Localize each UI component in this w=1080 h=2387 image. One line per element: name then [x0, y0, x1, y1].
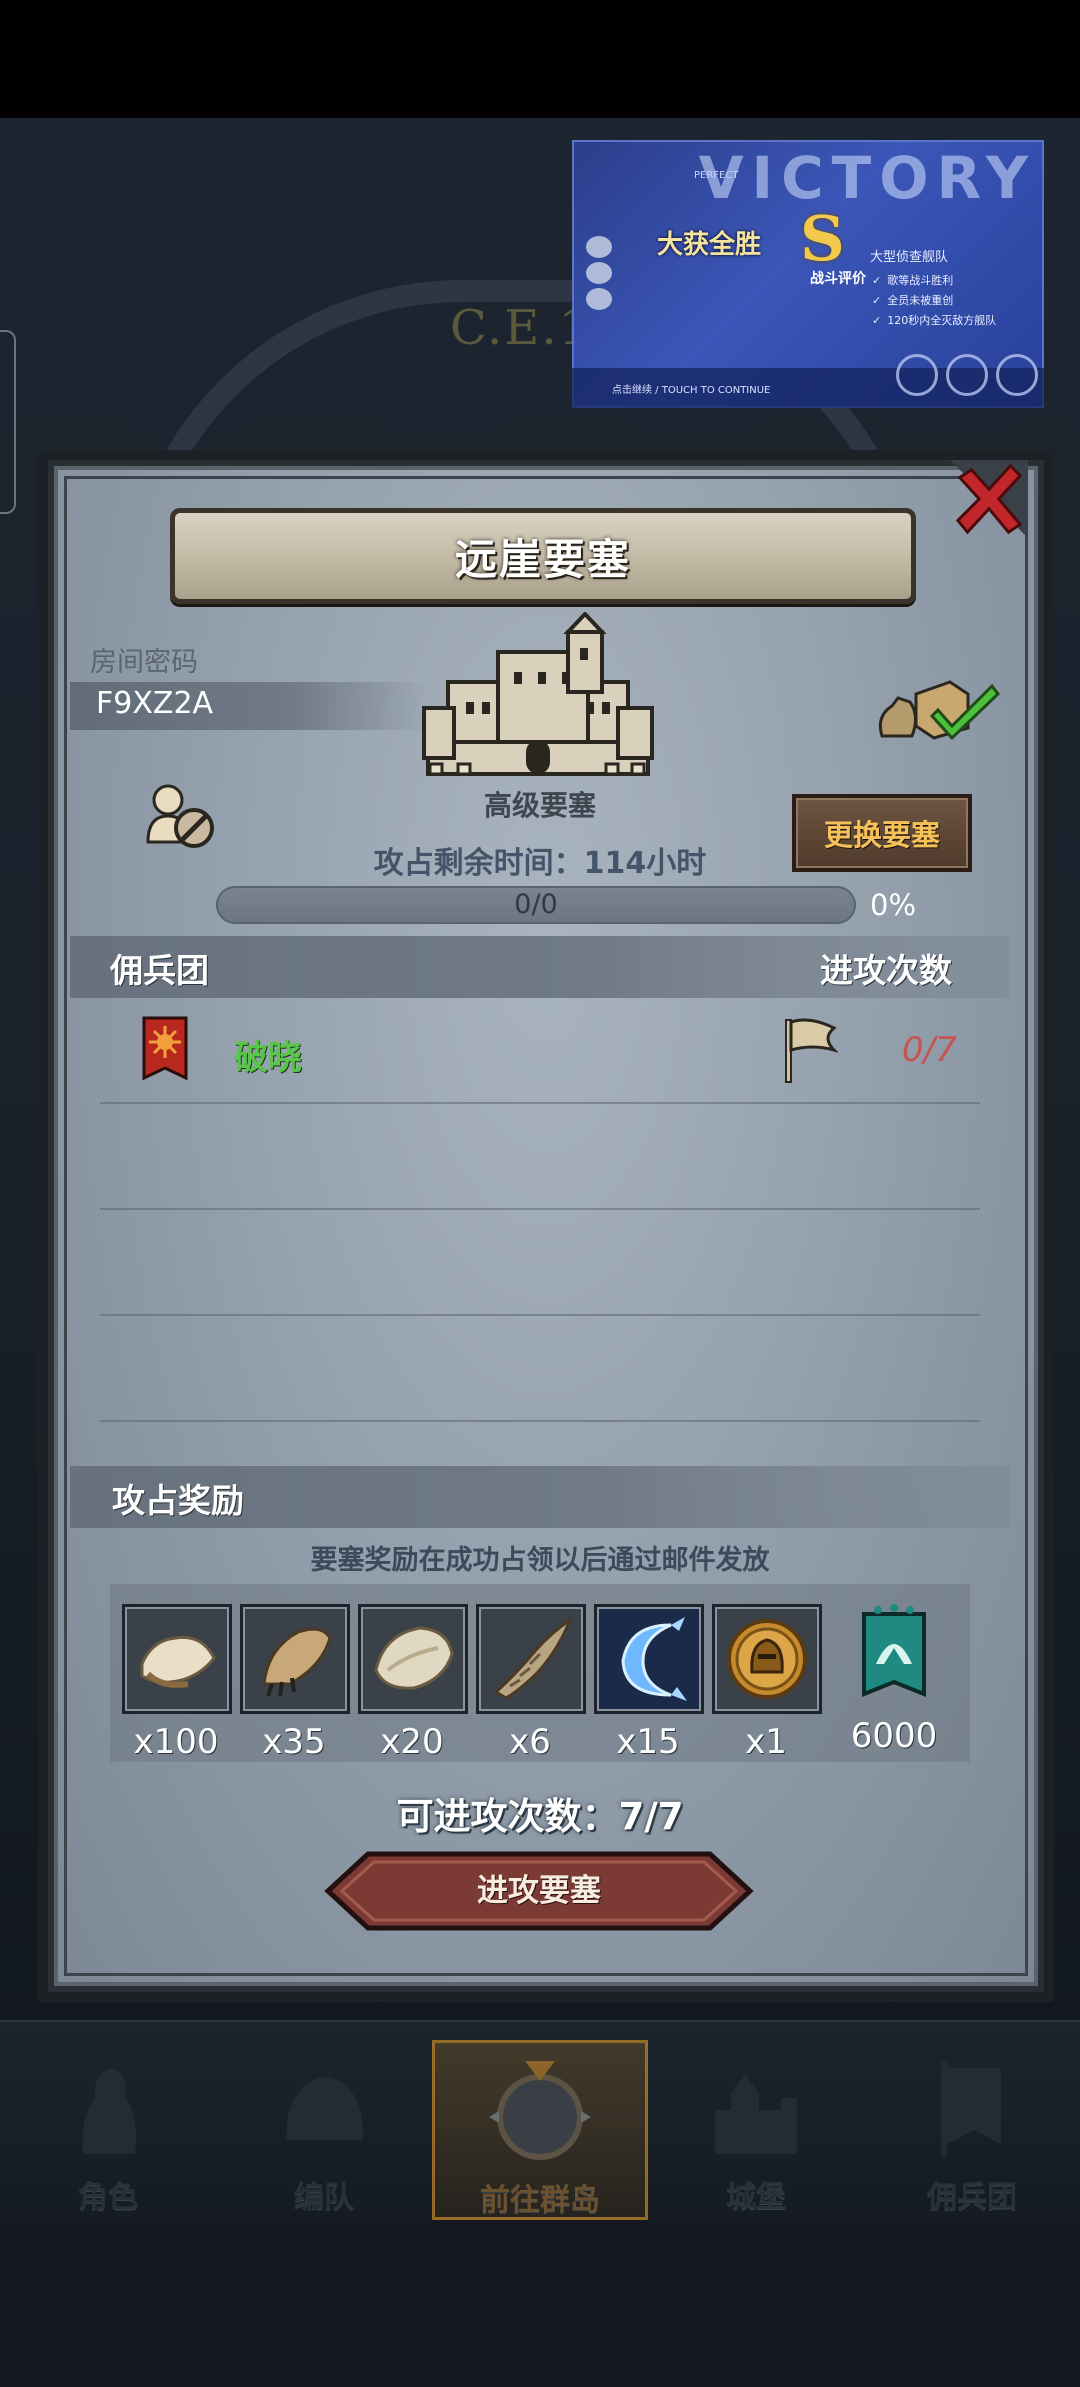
victory-check-item: ✓ 120秒内全灭敌方舰队 [872, 314, 997, 327]
attack-button-label: 进攻要塞 [477, 1873, 601, 1909]
nav-label: 编队 [294, 2180, 354, 2215]
rewards-note: 要塞奖励在成功占领以后通过邮件发放 [310, 1545, 770, 1576]
nav-item-islands[interactable]: 前往群岛 [432, 2040, 648, 2220]
circle-icon [996, 354, 1038, 396]
hide-icon [122, 1604, 232, 1714]
reward-item[interactable]: x35 [240, 1604, 350, 1762]
mercenary-banner-icon [142, 1016, 188, 1081]
nav-label: 城堡 [726, 2180, 786, 2215]
helmet-icon [286, 2076, 364, 2140]
row-divider [100, 1102, 980, 1104]
fortress-castle-icon [422, 612, 654, 776]
victory-title: 大获全胜 [657, 230, 762, 260]
page-title: 远崖要塞 [454, 534, 631, 584]
nav-item-castle[interactable]: 城堡 [648, 2040, 864, 2220]
title-plate: 远崖要塞 [170, 508, 916, 604]
helmet-medal-icon [712, 1604, 822, 1714]
compass-icon [489, 2061, 591, 2160]
victory-check-item: ✓ 歌等战斗胜利 [872, 274, 954, 287]
status-bar [0, 0, 1080, 118]
reward-quantity: 6000 [850, 1716, 938, 1756]
check-icon: ✓ [872, 274, 882, 287]
knight-icon [82, 2068, 136, 2154]
reward-quantity: x1 [745, 1722, 787, 1762]
crescent-crystal-icon [594, 1604, 704, 1714]
check-icon: ✓ [872, 314, 882, 327]
claw-icon [240, 1604, 350, 1714]
victory-popup[interactable]: VICTORY PERFECT 大获全胜 S 大型侦查舰队 战斗评价 ✓ 歌等战斗… [572, 140, 1044, 408]
row-divider [100, 1208, 980, 1210]
victory-action-circles [888, 354, 1038, 400]
reward-quantity: x15 [616, 1722, 680, 1762]
bottom-shade [0, 2220, 1080, 2387]
victory-character-portraits [586, 236, 616, 316]
capture-progress-text: 0/0 [514, 889, 558, 920]
reward-quantity: x6 [509, 1722, 551, 1762]
circle-icon [896, 354, 938, 396]
reward-quantity: x20 [380, 1722, 444, 1762]
mercenary-name[interactable]: 破晓 [234, 1030, 302, 1079]
horn-icon [476, 1604, 586, 1714]
close-button[interactable] [948, 458, 1030, 540]
nav-item-mercenary[interactable]: 佣兵团 [864, 2040, 1080, 2220]
victory-touch-hint: 点击继续 / TOUCH TO CONTINUE [612, 385, 771, 396]
victory-eval-label: 战斗评价 [810, 271, 866, 287]
flag-icon [785, 1018, 838, 1083]
capture-timer: 攻占剩余时间：114小时 [373, 846, 707, 881]
row-divider [100, 1420, 980, 1422]
resource-check-icon [878, 680, 1000, 741]
rewards-header: 攻占奖励 [112, 1481, 244, 1520]
circle-icon [946, 354, 988, 396]
reward-item[interactable]: x15 [594, 1604, 704, 1762]
check-icon: ✓ [872, 294, 882, 307]
victory-check-item: ✓ 全员未被重创 [872, 294, 954, 307]
reward-item[interactable]: x6 [476, 1604, 586, 1762]
attack-fortress-button[interactable]: 进攻要塞 [324, 1850, 754, 1932]
reward-item[interactable]: x20 [358, 1604, 468, 1762]
mercenary-attack-count: 0/7 [902, 1030, 957, 1070]
nav-label: 角色 [78, 2180, 138, 2215]
victory-word: VICTORY [698, 144, 1036, 212]
mercenary-header: 佣兵团 [110, 951, 209, 990]
castle-icon [715, 2074, 797, 2154]
reward-item[interactable]: x100 [122, 1604, 232, 1762]
victory-perfect: PERFECT [694, 170, 739, 181]
attack-count-header: 进攻次数 [820, 951, 952, 990]
nav-label: 前往群岛 [480, 2183, 600, 2218]
nav-item-character[interactable]: 角色 [0, 2040, 216, 2220]
row-divider [100, 1314, 980, 1316]
reward-quantity: x35 [262, 1722, 326, 1762]
mercenary-banner-icon [842, 1604, 946, 1708]
room-code-label: 房间密码 [90, 647, 198, 678]
victory-grade: S [800, 202, 845, 275]
fur-icon [358, 1604, 468, 1714]
reward-item[interactable]: 6000 [840, 1604, 948, 1756]
left-edge-tab[interactable] [0, 330, 16, 514]
banner-icon [941, 2062, 1001, 2156]
reward-quantity: x100 [133, 1722, 219, 1762]
close-icon [950, 460, 1028, 538]
reward-item[interactable]: x1 [712, 1604, 822, 1762]
nav-item-formation[interactable]: 编队 [216, 2040, 432, 2220]
capture-progress-percent: 0% [870, 888, 917, 922]
available-attacks: 可进攻次数：7/7 [396, 1795, 684, 1838]
room-code[interactable]: F9XZ2A [96, 686, 213, 721]
nav-label: 佣兵团 [927, 2180, 1017, 2215]
victory-fleet: 大型侦查舰队 [870, 250, 949, 265]
